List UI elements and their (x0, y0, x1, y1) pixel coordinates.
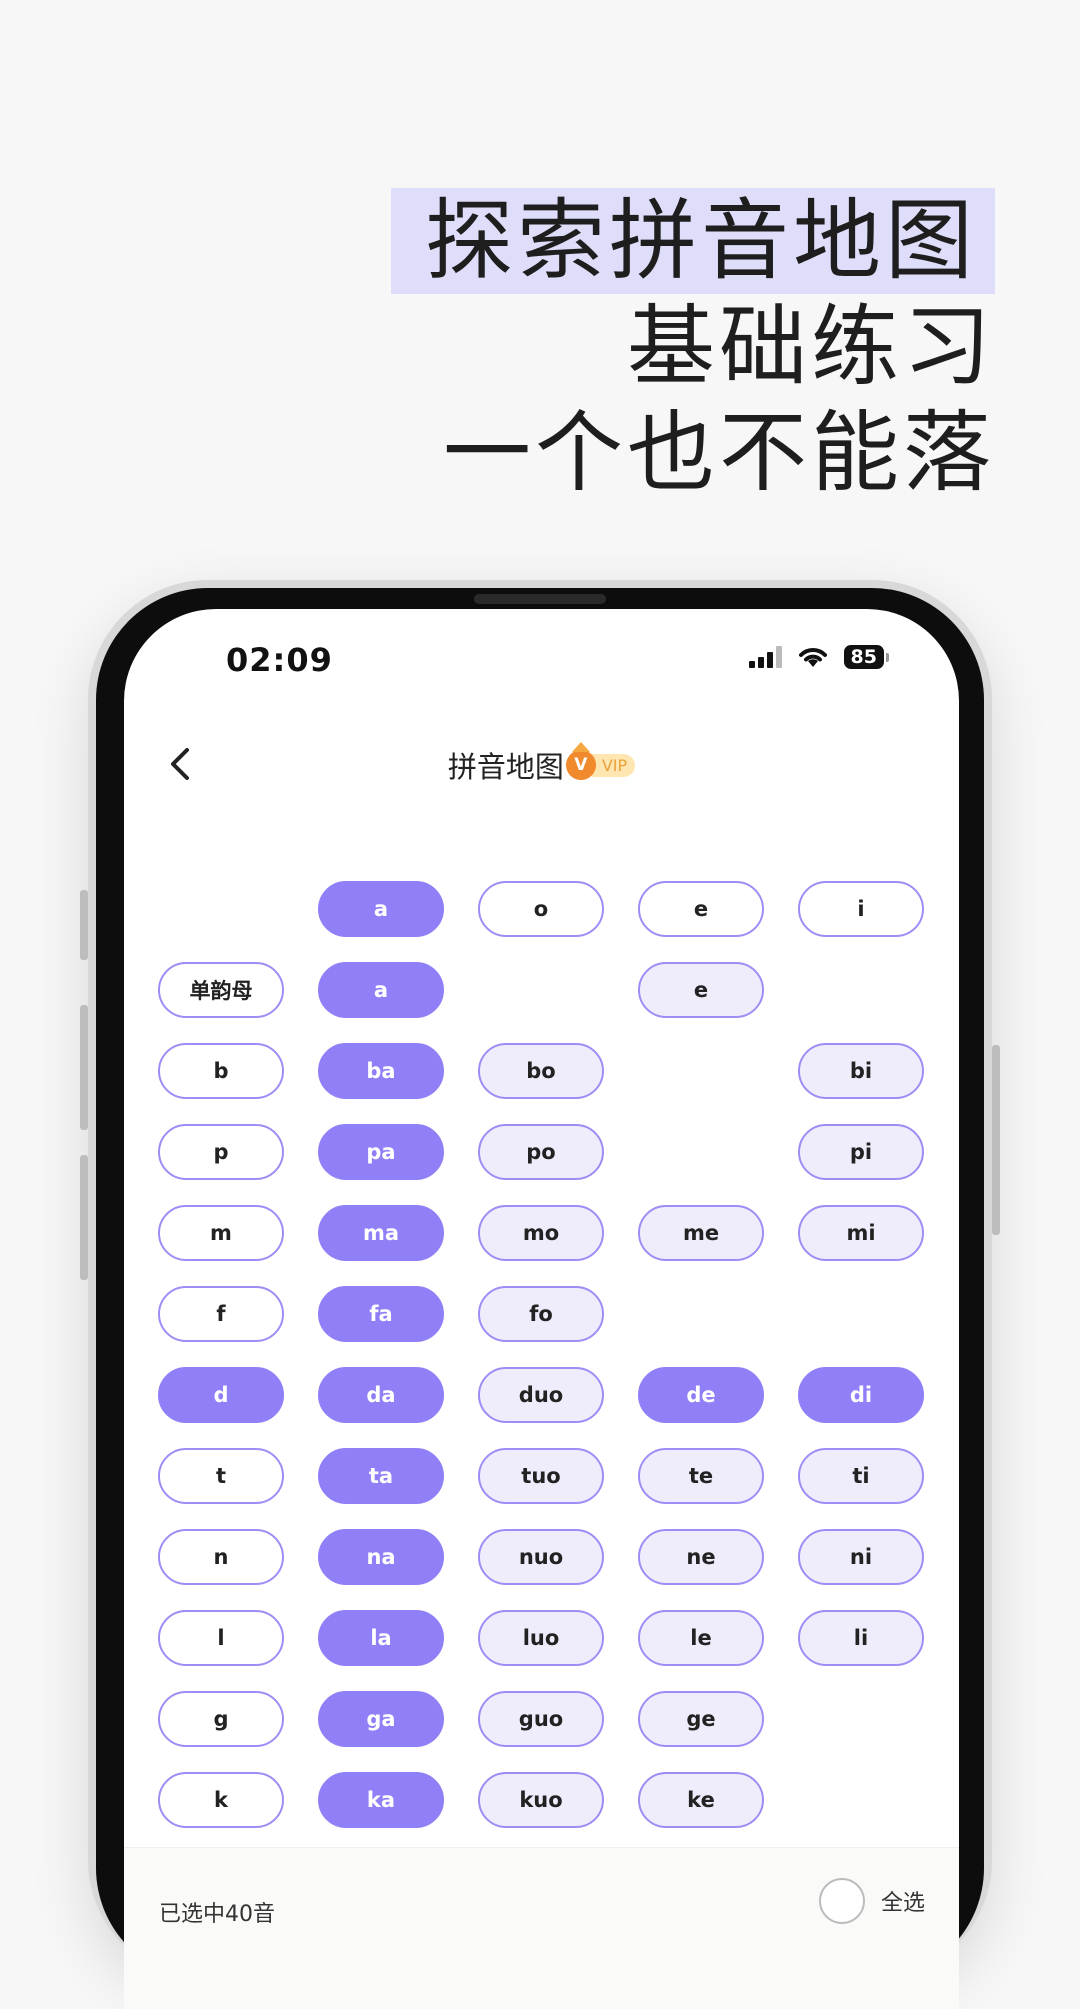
pinyin-pill-8-1[interactable]: na (318, 1529, 444, 1585)
pinyin-pill-4-2[interactable]: mo (478, 1205, 604, 1261)
pinyin-pill-1-3[interactable]: e (638, 962, 764, 1018)
pinyin-pill-0-4[interactable]: i (798, 881, 924, 937)
pinyin-pill-6-4[interactable]: di (798, 1367, 924, 1423)
select-all-label: 全选 (880, 1891, 925, 1916)
pinyin-pill-11-3[interactable]: ke (638, 1772, 764, 1828)
cellular-signal-icon (748, 646, 782, 668)
pinyin-pill-9-4[interactable]: li (798, 1610, 924, 1666)
pinyin-pill-7-2[interactable]: tuo (478, 1448, 604, 1504)
volume-up-button (80, 1005, 88, 1130)
pinyin-pill-3-2[interactable]: po (478, 1124, 604, 1180)
mute-switch (80, 890, 88, 960)
pinyin-pill-7-0[interactable]: t (158, 1448, 284, 1504)
pinyin-pill-8-0[interactable]: n (158, 1529, 284, 1585)
battery-icon: 85 (843, 645, 889, 669)
battery-level: 85 (843, 645, 884, 669)
pinyin-pill-4-4[interactable]: mi (798, 1205, 924, 1261)
power-button (992, 1045, 1000, 1235)
pinyin-pill-2-2[interactable]: bo (478, 1043, 604, 1099)
pinyin-pill-2-1[interactable]: ba (318, 1043, 444, 1099)
pinyin-pill-8-3[interactable]: ne (638, 1529, 764, 1585)
selected-count: 已选中40音 (159, 1902, 275, 1927)
pinyin-pill-5-0[interactable]: f (158, 1286, 284, 1342)
pinyin-pill-0-3[interactable]: e (638, 881, 764, 937)
page-title-text: 拼音地图 (447, 750, 564, 784)
radio-button[interactable] (818, 1878, 865, 1924)
pinyin-pill-10-2[interactable]: guo (478, 1691, 604, 1747)
pinyin-pill-3-4[interactable]: pi (798, 1124, 924, 1180)
pinyin-pill-6-0[interactable]: d (158, 1367, 284, 1423)
select-all-toggle[interactable]: 全选 (818, 1878, 925, 1924)
pinyin-pill-7-1[interactable]: ta (318, 1448, 444, 1504)
pinyin-pill-9-2[interactable]: luo (478, 1610, 604, 1666)
wifi-icon (798, 648, 827, 667)
pinyin-pill-3-0[interactable]: p (158, 1124, 284, 1180)
pinyin-pill-7-3[interactable]: te (638, 1448, 764, 1504)
pinyin-pill-11-0[interactable]: k (158, 1772, 284, 1828)
pinyin-pill-11-2[interactable]: kuo (478, 1772, 604, 1828)
pinyin-pill-1-1[interactable]: a (318, 962, 444, 1018)
pinyin-pill-0-1[interactable]: a (318, 881, 444, 937)
pinyin-pill-11-1[interactable]: ka (318, 1772, 444, 1828)
promo-headline: 探索拼音地图 基础练习 一个也不能落 (295, 188, 995, 506)
pinyin-pill-6-2[interactable]: duo (478, 1367, 604, 1423)
headline-line-2: 基础练习 (626, 295, 995, 398)
pinyin-pill-0-2[interactable]: o (478, 881, 604, 937)
pinyin-pill-8-2[interactable]: nuo (478, 1529, 604, 1585)
pinyin-pill-10-1[interactable]: ga (318, 1691, 444, 1747)
volume-down-button (80, 1155, 88, 1280)
vip-label: VIP (591, 753, 636, 777)
bottom-bar: 已选中40音 全选 (124, 1847, 959, 2009)
pinyin-pill-10-3[interactable]: ge (638, 1691, 764, 1747)
page-title: 拼音地图 V VIP (124, 742, 959, 786)
pinyin-pill-2-0[interactable]: b (158, 1043, 284, 1099)
headline-line-1: 探索拼音地图 (390, 188, 995, 294)
pinyin-pill-4-0[interactable]: m (158, 1205, 284, 1261)
pinyin-pill-9-1[interactable]: la (318, 1610, 444, 1666)
pinyin-pill-9-3[interactable]: le (638, 1610, 764, 1666)
pinyin-pill-7-4[interactable]: ti (798, 1448, 924, 1504)
app-screen: 02:09 85 拼音地图 V VIP a o e i 单韵母 a e b ba bo bi p pa po p… (124, 609, 959, 2009)
phone-speaker (474, 594, 606, 604)
crown-icon: V (565, 742, 596, 780)
pinyin-pill-5-1[interactable]: fa (318, 1286, 444, 1342)
pinyin-pill-8-4[interactable]: ni (798, 1529, 924, 1585)
headline-line-3: 一个也不能落 (442, 401, 995, 504)
pinyin-pill-4-3[interactable]: me (638, 1205, 764, 1261)
pinyin-pill-6-3[interactable]: de (638, 1367, 764, 1423)
status-icons: 85 (748, 645, 889, 669)
status-time: 02:09 (226, 641, 333, 679)
pinyin-pill-1-0[interactable]: 单韵母 (158, 962, 284, 1018)
pinyin-pill-4-1[interactable]: ma (318, 1205, 444, 1261)
pinyin-pill-3-1[interactable]: pa (318, 1124, 444, 1180)
vip-badge: V VIP (565, 742, 636, 780)
pinyin-pill-9-0[interactable]: l (158, 1610, 284, 1666)
pinyin-pill-10-0[interactable]: g (158, 1691, 284, 1747)
pinyin-pill-5-2[interactable]: fo (478, 1286, 604, 1342)
pinyin-pill-2-4[interactable]: bi (798, 1043, 924, 1099)
pinyin-pill-6-1[interactable]: da (318, 1367, 444, 1423)
